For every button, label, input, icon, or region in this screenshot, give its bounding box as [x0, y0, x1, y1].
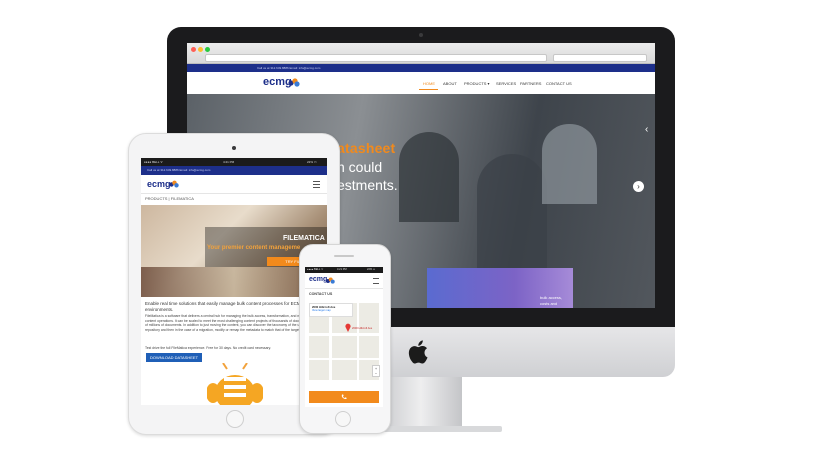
- hamburger-menu-icon[interactable]: [373, 278, 379, 284]
- phone-status-bar: ●●●● BELL ᯤ 4:21 PM 22% ▭: [305, 267, 383, 273]
- minimize-dot-icon[interactable]: [198, 47, 203, 52]
- logo-icon: [169, 180, 179, 188]
- hero-photo-person: [399, 132, 459, 222]
- view-larger-map-link[interactable]: View larger map: [310, 309, 352, 312]
- ipad-camera: [232, 146, 236, 150]
- overlay-text: costs and: [540, 301, 558, 306]
- logo-icon: [288, 78, 300, 87]
- apple-logo-icon: [408, 340, 428, 364]
- call-button[interactable]: [309, 391, 379, 403]
- overlay-text: bulk access,: [540, 295, 563, 300]
- download-datasheet-button[interactable]: DOWNLOAD DATASHEET: [146, 353, 202, 362]
- maximize-dot-icon[interactable]: [205, 47, 210, 52]
- hero-title: atasheet: [337, 140, 396, 156]
- ipad-home-button[interactable]: [226, 410, 244, 428]
- hamburger-menu-icon[interactable]: [313, 181, 320, 188]
- hero-photo-person: [477, 154, 547, 274]
- section-title: CONTACT US: [309, 292, 333, 296]
- nav-partners[interactable]: PARTNERS: [520, 81, 541, 86]
- map-road: [309, 358, 379, 360]
- tablet-top-bar: Call us at 312.649.8886 Email: info@ecmg…: [141, 166, 327, 175]
- hero-photo-person: [542, 124, 597, 204]
- map-pin-icon[interactable]: [345, 323, 351, 332]
- tablet-status-bar: ●●●● BELL ᯤ 4:21 PM 22% ▭: [141, 158, 327, 166]
- phone-screen: ●●●● BELL ᯤ 4:21 PM 22% ▭ ecmg CONTACT U…: [305, 267, 383, 407]
- status-time: 4:21 PM: [223, 160, 235, 164]
- contact-info-text: Call us at 312.649.8886 Email: info@ecmg…: [257, 66, 321, 70]
- close-dot-icon[interactable]: [191, 47, 196, 52]
- imac-camera: [419, 33, 423, 37]
- nav-home[interactable]: HOME: [423, 81, 435, 86]
- nav-active-indicator: [419, 89, 438, 90]
- map-marker-label: 2000 Hillcroft Ave: [352, 327, 373, 330]
- carousel-prev-icon[interactable]: ‹: [645, 124, 655, 136]
- map-zoom-controls[interactable]: + −: [372, 365, 380, 377]
- map-info-card: 2000 Hillcroft Ave View larger map: [309, 303, 353, 317]
- hero-subtitle: Your premier content manageme: [207, 245, 301, 251]
- contact-info-text: Call us at 312.649.8886 Email: info@ecmg…: [147, 168, 211, 172]
- battery-text: 22% ▭: [307, 160, 317, 164]
- address-bar[interactable]: [205, 54, 547, 62]
- carrier-text: ●●●● BELL ᯤ: [307, 268, 324, 271]
- phone-icon: [341, 394, 347, 400]
- divider: [141, 193, 327, 194]
- status-time: 4:21 PM: [337, 268, 347, 271]
- logo-text[interactable]: ecmg: [147, 179, 171, 189]
- map-road: [309, 333, 379, 336]
- description-paragraph: FileMatica is a software that delivers a…: [145, 314, 321, 332]
- google-map[interactable]: 2000 Hillcroft Ave View larger map 2000 …: [309, 303, 380, 380]
- overlay-video-panel: bulk access, costs and: [427, 268, 573, 308]
- trial-text: Test drive the full FileMatica experienc…: [145, 346, 272, 350]
- map-road: [357, 303, 359, 380]
- hero-text-line: n could: [337, 159, 383, 175]
- divider: [305, 288, 383, 289]
- carousel-next-icon[interactable]: ›: [633, 181, 644, 192]
- browser-search-field[interactable]: [553, 54, 647, 62]
- desktop-top-bar: Call us at 312.649.8886 Email: info@ecmg…: [187, 64, 655, 72]
- lead-text: Enable real time solutions that easily m…: [145, 301, 301, 312]
- iphone-home-button[interactable]: [335, 411, 351, 427]
- browser-chrome: [187, 43, 655, 64]
- nav-products[interactable]: PRODUCTS ▾: [464, 81, 490, 86]
- battery-text: 22% ▭: [367, 268, 376, 271]
- desktop-nav: ecmg HOME ABOUT PRODUCTS ▾ SERVICES PART…: [187, 72, 655, 94]
- logo-icon: [326, 277, 335, 284]
- logo-text[interactable]: ecmg: [309, 276, 327, 283]
- imac-stand: [380, 377, 462, 429]
- carrier-text: ●●●● BELL ᯤ: [144, 160, 163, 164]
- bee-mascot-icon: [207, 363, 263, 405]
- hero-text-line: estments.: [337, 177, 398, 193]
- nav-about[interactable]: ABOUT: [443, 81, 457, 86]
- hero-title: FILEMATICA: [283, 235, 325, 242]
- nav-contact[interactable]: CONTACT US: [546, 81, 572, 86]
- iphone-speaker: [334, 255, 354, 257]
- breadcrumb: PRODUCTS | FILEMATICA: [145, 196, 194, 201]
- nav-services[interactable]: SERVICES: [496, 81, 516, 86]
